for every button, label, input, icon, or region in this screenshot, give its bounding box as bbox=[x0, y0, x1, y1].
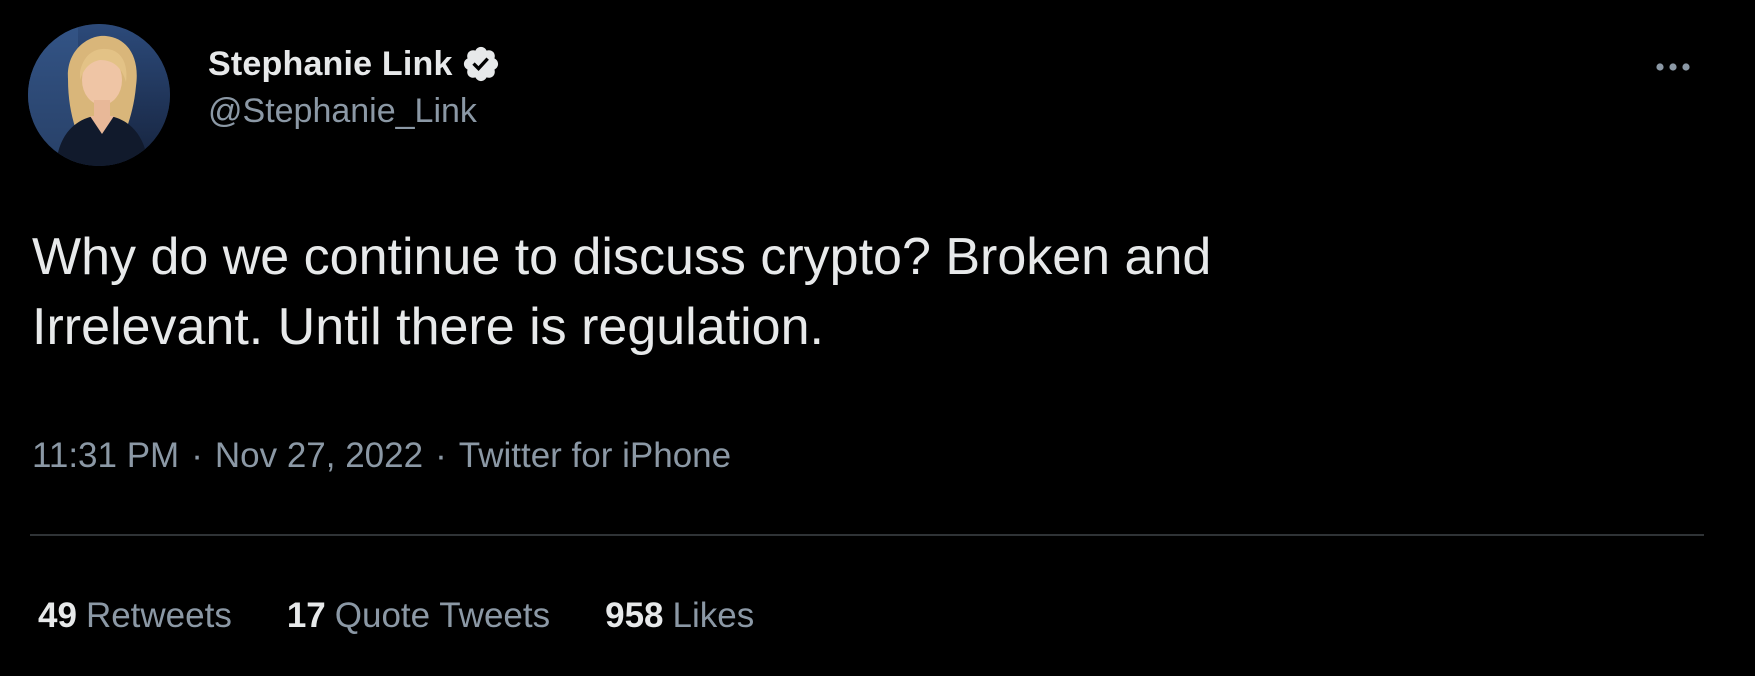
author-display-name[interactable]: Stephanie Link bbox=[208, 45, 453, 84]
tweet-source[interactable]: Twitter for iPhone bbox=[459, 436, 731, 476]
quote-tweets-stat[interactable]: 17 Quote Tweets bbox=[287, 596, 550, 636]
author-name-row: Stephanie Link bbox=[208, 42, 501, 86]
author-handle[interactable]: @Stephanie_Link bbox=[208, 92, 501, 131]
quote-tweets-count: 17 bbox=[286, 596, 326, 635]
retweets-stat[interactable]: 49 Retweets bbox=[38, 596, 232, 636]
retweets-label: Retweets bbox=[85, 596, 232, 635]
author-block: Stephanie Link @Stephanie_Link bbox=[208, 42, 501, 131]
likes-stat[interactable]: 958 Likes bbox=[605, 596, 754, 636]
divider bbox=[30, 534, 1704, 536]
likes-label: Likes bbox=[672, 596, 755, 635]
more-options-icon[interactable] bbox=[1650, 58, 1700, 76]
avatar-photo bbox=[28, 24, 170, 166]
verified-badge-icon bbox=[461, 44, 501, 84]
likes-count: 958 bbox=[605, 596, 664, 635]
retweets-count: 49 bbox=[38, 596, 77, 635]
author-avatar[interactable] bbox=[28, 24, 170, 166]
quote-tweets-label: Quote Tweets bbox=[334, 596, 551, 635]
tweet-meta: 11:31 PM · Nov 27, 2022 · Twitter for iP… bbox=[32, 436, 731, 476]
meta-separator: · bbox=[435, 436, 447, 475]
tweet-stats: 49 Retweets 17 Quote Tweets 958 Likes bbox=[38, 596, 809, 636]
tweet-time[interactable]: 11:31 PM bbox=[32, 436, 179, 476]
meta-separator: · bbox=[191, 436, 203, 475]
tweet-date[interactable]: Nov 27, 2022 bbox=[215, 436, 423, 476]
tweet-text: Why do we continue to discuss crypto? Br… bbox=[32, 228, 1212, 356]
tweet-card: Stephanie Link @Stephanie_Link Why do we… bbox=[0, 0, 1755, 676]
